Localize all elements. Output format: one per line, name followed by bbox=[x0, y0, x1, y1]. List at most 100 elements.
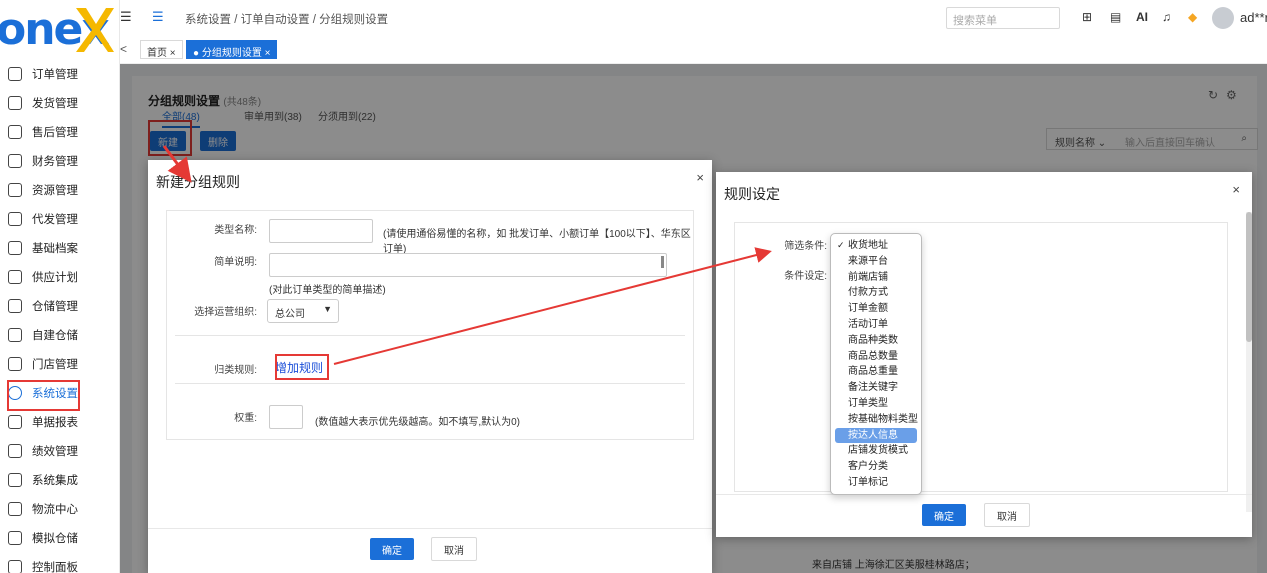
sidebar-item-resource[interactable]: 资源管理 bbox=[8, 178, 114, 202]
chevron-left-icon[interactable]: < bbox=[120, 42, 127, 56]
sidebar-item-label: 绩效管理 bbox=[32, 446, 78, 458]
sidebar-item-label: 发货管理 bbox=[32, 98, 78, 110]
cancel-button[interactable]: 取消 bbox=[431, 537, 477, 561]
sidebar-item-label: 财务管理 bbox=[32, 156, 78, 168]
description-label: 简单说明: bbox=[214, 257, 257, 268]
type-name-input[interactable] bbox=[269, 219, 373, 243]
self-warehouse-icon bbox=[8, 328, 22, 342]
confirm-button[interactable]: 确定 bbox=[370, 538, 414, 560]
sidebar-item-order[interactable]: 订单管理 bbox=[8, 62, 114, 86]
resource-icon bbox=[8, 183, 22, 197]
filter-condition-dropdown[interactable]: ✓ 收货地址 来源平台 前端店铺 付款方式 订单金额 活动订单 商品种类数 商品总数量 商品总重量… bbox=[830, 233, 922, 495]
message-icon[interactable]: ▤ bbox=[1110, 10, 1121, 24]
rule-label: 归类规则: bbox=[214, 365, 257, 376]
sidebar-item-dashboard[interactable]: 控制面板 bbox=[8, 555, 114, 573]
dropdown-option[interactable]: 客户分类 bbox=[831, 459, 921, 475]
sidebar-item-integration[interactable]: 系统集成 bbox=[8, 468, 114, 492]
dropdown-option[interactable]: 订单标记 bbox=[831, 475, 921, 491]
dropdown-option[interactable]: 订单金额 bbox=[831, 301, 921, 317]
sidebar-item-finance[interactable]: 财务管理 bbox=[8, 149, 114, 173]
dropdown-option[interactable]: 按基础物料类型 bbox=[831, 412, 921, 428]
dropdown-option[interactable]: 备注关键字 bbox=[831, 380, 921, 396]
logo-x-icon bbox=[76, 8, 114, 52]
cancel-button[interactable]: 取消 bbox=[984, 503, 1030, 527]
sidebar-item-performance[interactable]: 绩效管理 bbox=[8, 439, 114, 463]
bell-icon[interactable]: ♫ bbox=[1162, 10, 1171, 24]
sidebar-item-label: 仓储管理 bbox=[32, 301, 78, 313]
menu-toggle-icon[interactable]: ☰ bbox=[120, 10, 134, 23]
chevron-down-icon: ▼ bbox=[323, 304, 332, 314]
scrollbar[interactable] bbox=[1246, 212, 1252, 512]
sidebar-item-label: 单据报表 bbox=[32, 417, 78, 429]
modal-footer: 确定 取消 bbox=[148, 528, 712, 573]
weight-label: 权重: bbox=[234, 413, 257, 424]
dropdown-option[interactable]: 订单类型 bbox=[831, 396, 921, 412]
org-select[interactable]: 总公司 ▼ bbox=[267, 299, 339, 323]
dropdown-option[interactable]: 商品种类数 bbox=[831, 333, 921, 349]
dropdown-option[interactable]: 活动订单 bbox=[831, 317, 921, 333]
simulated-warehouse-icon bbox=[8, 531, 22, 545]
divider bbox=[175, 335, 685, 336]
dropdown-option[interactable]: 前端店铺 bbox=[831, 270, 921, 286]
scroll-thumb[interactable] bbox=[1246, 212, 1252, 342]
form-body: 类型名称: (请使用通俗易懂的名称，如 批发订单、小额订单【100以下】、华东区… bbox=[166, 210, 694, 440]
modal-title: 规则设定 bbox=[724, 186, 780, 202]
top-header: ☰ ☰ 系统设置 / 订单自动设置 / 分组规则设置 搜索菜单 ⊞ ▤ AI ♫… bbox=[120, 0, 1267, 36]
sidebar-item-simulated-warehouse[interactable]: 模拟仓储 bbox=[8, 526, 114, 550]
after-sales-icon bbox=[8, 125, 22, 139]
divider bbox=[175, 383, 685, 384]
language-icon[interactable]: ⊞ bbox=[1082, 10, 1092, 24]
confirm-button[interactable]: 确定 bbox=[922, 504, 966, 526]
shipping-icon bbox=[8, 96, 22, 110]
tab-home[interactable]: 首页 × bbox=[140, 40, 183, 59]
rule-setting-modal: 规则设定 × 筛选条件: 条件设定: 确定 取消 bbox=[716, 172, 1252, 537]
sidebar-item-label: 订单管理 bbox=[32, 69, 78, 81]
sidebar-item-after-sales[interactable]: 售后管理 bbox=[8, 120, 114, 144]
sidebar-item-store[interactable]: 门店管理 bbox=[8, 352, 114, 376]
dropdown-option[interactable]: ✓ 收货地址 bbox=[831, 238, 921, 254]
performance-icon bbox=[8, 444, 22, 458]
dropdown-option[interactable]: 付款方式 bbox=[831, 285, 921, 301]
type-name-label: 类型名称: bbox=[214, 225, 257, 236]
dropdown-option[interactable]: 商品总数量 bbox=[831, 349, 921, 365]
dropship-icon bbox=[8, 212, 22, 226]
finance-icon bbox=[8, 154, 22, 168]
description-textarea[interactable] bbox=[269, 253, 667, 277]
collapse-icon[interactable]: ☰ bbox=[152, 10, 166, 23]
sidebar-item-archive[interactable]: 基础档案 bbox=[8, 236, 114, 260]
order-icon bbox=[8, 67, 22, 81]
sidebar-item-supply-plan[interactable]: 供应计划 bbox=[8, 265, 114, 289]
tab-group-rule[interactable]: ● 分组规则设置 × bbox=[186, 40, 278, 59]
sidebar-item-dropship[interactable]: 代发管理 bbox=[8, 207, 114, 231]
avatar[interactable] bbox=[1212, 7, 1234, 29]
sidebar-item-warehouse[interactable]: 仓储管理 bbox=[8, 294, 114, 318]
dropdown-option[interactable]: 按达人信息 bbox=[835, 427, 917, 444]
org-label: 选择运营组织: bbox=[194, 307, 257, 318]
sidebar-item-label: 控制面板 bbox=[32, 562, 78, 573]
sidebar: onex 订单管理发货管理售后管理财务管理资源管理代发管理基础档案供应计划仓储管… bbox=[0, 0, 120, 573]
close-icon[interactable]: × bbox=[1232, 182, 1240, 197]
sidebar-item-label: 基础档案 bbox=[32, 243, 78, 255]
archive-icon bbox=[8, 241, 22, 255]
logo[interactable]: onex bbox=[0, 0, 120, 60]
annotation-box-add-rule bbox=[275, 354, 329, 380]
dropdown-option[interactable]: 店铺发货模式 bbox=[831, 443, 921, 459]
report-icon bbox=[8, 415, 22, 429]
sidebar-item-logistics[interactable]: 物流中心 bbox=[8, 497, 114, 521]
sidebar-item-self-warehouse[interactable]: 自建仓储 bbox=[8, 323, 114, 347]
sidebar-item-label: 物流中心 bbox=[32, 504, 78, 516]
rule-body: 筛选条件: 条件设定: bbox=[734, 222, 1228, 492]
weight-input[interactable] bbox=[269, 405, 303, 429]
dropdown-option[interactable]: 商品总重量 bbox=[831, 364, 921, 380]
search-menu-input[interactable]: 搜索菜单 bbox=[946, 7, 1060, 29]
dashboard-icon bbox=[8, 560, 22, 573]
sidebar-item-shipping[interactable]: 发货管理 bbox=[8, 91, 114, 115]
logistics-icon bbox=[8, 502, 22, 516]
condition-setting-label: 条件设定: bbox=[784, 271, 827, 282]
shield-icon[interactable]: ◆ bbox=[1188, 10, 1197, 24]
sidebar-item-report[interactable]: 单据报表 bbox=[8, 410, 114, 434]
ai-button[interactable]: AI bbox=[1136, 10, 1148, 24]
dropdown-option[interactable]: 来源平台 bbox=[831, 254, 921, 270]
user-name[interactable]: ad**r bbox=[1240, 10, 1267, 25]
close-icon[interactable]: × bbox=[696, 170, 704, 185]
